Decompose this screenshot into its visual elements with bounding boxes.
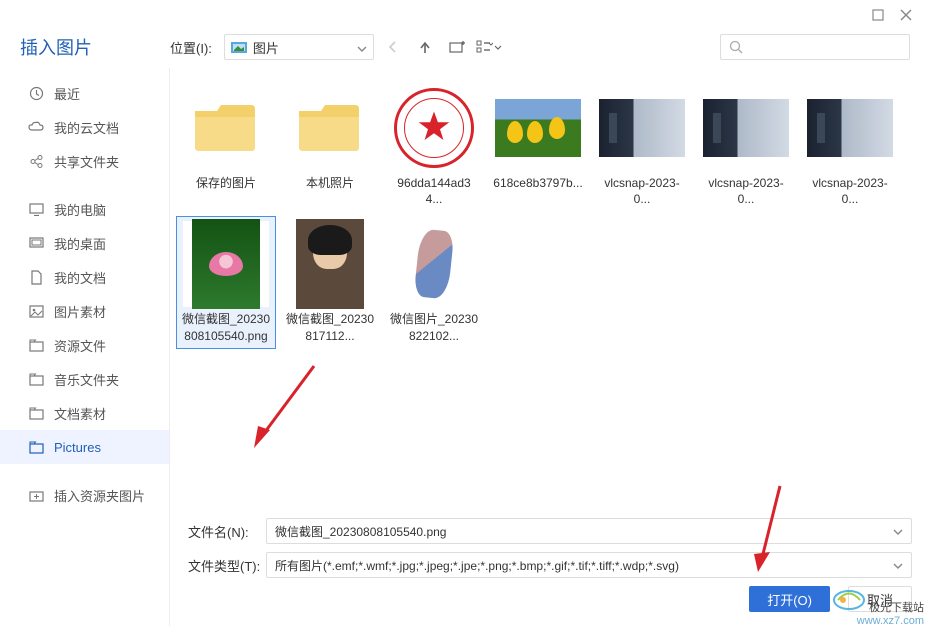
insert-resource-icon bbox=[28, 487, 44, 503]
file-item-image[interactable]: 96dda144ad34... bbox=[384, 80, 484, 212]
sidebar-item-insert-resource[interactable]: 插入资源夹图片 bbox=[0, 478, 169, 512]
image-thumbnail bbox=[703, 85, 789, 171]
dialog-header: 插入图片 位置(I): 图片 bbox=[0, 30, 930, 68]
file-item-folder[interactable]: 本机照片 bbox=[280, 80, 380, 212]
view-mode-button[interactable] bbox=[476, 34, 502, 60]
sidebar-item-music[interactable]: 音乐文件夹 bbox=[0, 362, 169, 396]
sidebar-item-label: 我的电脑 bbox=[54, 200, 106, 219]
sidebar-item-desktop[interactable]: 我的桌面 bbox=[0, 226, 169, 260]
file-label: 微信截图_2023081711​2... bbox=[285, 311, 375, 343]
sidebar-item-image-material[interactable]: 图片素材 bbox=[0, 294, 169, 328]
file-label: 本机照片 bbox=[306, 175, 354, 191]
picture-folder-icon bbox=[231, 40, 247, 54]
filename-label: 文件名(N): bbox=[188, 522, 266, 541]
file-item-image[interactable]: 微信图片_2023082210​2... bbox=[384, 216, 484, 348]
filetype-combo[interactable]: 所有图片(*.emf;*.wmf;*.jpg;*.jpeg;*.jpe;*.pn… bbox=[266, 552, 912, 578]
back-button[interactable] bbox=[380, 34, 406, 60]
file-item-folder[interactable]: 保存的图片 bbox=[176, 80, 276, 212]
location-label: 位置(I): bbox=[170, 38, 212, 57]
dialog-title: 插入图片 bbox=[20, 34, 170, 60]
sidebar-item-label: 我的文档 bbox=[54, 268, 106, 287]
clock-icon bbox=[28, 85, 44, 101]
chevron-down-icon bbox=[893, 558, 903, 572]
main-area: 最近 我的云文档 共享文件夹 我的电脑 我的桌面 我的文档 bbox=[0, 68, 930, 626]
sidebar-item-label: 音乐文件夹 bbox=[54, 370, 119, 389]
sidebar-item-computer[interactable]: 我的电脑 bbox=[0, 192, 169, 226]
sidebar-item-label: 最近 bbox=[54, 84, 80, 103]
dialog-footer: 文件名(N): 微信截图_20230808105540.png 文件类型(T):… bbox=[170, 510, 930, 626]
filetype-value: 所有图片(*.emf;*.wmf;*.jpg;*.jpeg;*.jpe;*.pn… bbox=[275, 557, 679, 574]
file-item-image[interactable]: vlcsnap-2023-0... bbox=[696, 80, 796, 212]
filename-value: 微信截图_20230808105540.png bbox=[275, 523, 446, 540]
sidebar-item-label: Pictures bbox=[54, 440, 101, 455]
image-thumbnail bbox=[807, 85, 893, 171]
file-label: 保存的图片 bbox=[196, 175, 256, 191]
cloud-icon bbox=[28, 119, 44, 135]
sidebar-item-share[interactable]: 共享文件夹 bbox=[0, 144, 169, 178]
file-label: vlcsnap-2023-0... bbox=[701, 175, 791, 207]
monitor-icon bbox=[28, 201, 44, 217]
desktop-icon bbox=[28, 235, 44, 251]
chevron-down-icon bbox=[893, 524, 903, 538]
file-label: 96dda144ad34... bbox=[389, 175, 479, 207]
sidebar-item-recent[interactable]: 最近 bbox=[0, 76, 169, 110]
file-label: 微信截图_20230808105540.png bbox=[181, 311, 271, 343]
resource-icon bbox=[28, 337, 44, 353]
sidebar-item-resource[interactable]: 资源文件 bbox=[0, 328, 169, 362]
maximize-button[interactable] bbox=[864, 4, 892, 26]
sidebar-item-label: 我的桌面 bbox=[54, 234, 106, 253]
sidebar-item-documents[interactable]: 我的文档 bbox=[0, 260, 169, 294]
toolbar: 位置(I): 图片 bbox=[170, 34, 910, 60]
new-folder-button[interactable] bbox=[444, 34, 470, 60]
location-combo[interactable]: 图片 bbox=[224, 34, 374, 60]
file-item-image[interactable]: 618ce8b3797b... bbox=[488, 80, 588, 212]
file-label: 微信图片_2023082210​2... bbox=[389, 311, 479, 343]
file-label: vlcsnap-2023-0... bbox=[597, 175, 687, 207]
window-controls bbox=[0, 0, 930, 30]
sidebar: 最近 我的云文档 共享文件夹 我的电脑 我的桌面 我的文档 bbox=[0, 68, 170, 626]
file-item-image[interactable]: vlcsnap-2023-0... bbox=[592, 80, 692, 212]
chevron-down-icon bbox=[357, 40, 367, 55]
folder-icon bbox=[28, 371, 44, 387]
image-thumbnail bbox=[391, 221, 477, 307]
sidebar-item-label: 图片素材 bbox=[54, 302, 106, 321]
search-input[interactable] bbox=[720, 34, 910, 60]
sidebar-item-label: 插入资源夹图片 bbox=[54, 486, 145, 505]
file-list[interactable]: 保存的图片 本机照片 96dda144ad34... 618ce8b3797b.… bbox=[170, 68, 930, 510]
folder-icon bbox=[183, 85, 269, 171]
sidebar-item-label: 共享文件夹 bbox=[54, 152, 119, 171]
sidebar-item-label: 资源文件 bbox=[54, 336, 106, 355]
search-icon bbox=[729, 40, 743, 54]
doc-material-icon bbox=[28, 405, 44, 421]
file-item-image[interactable]: vlcsnap-2023-0... bbox=[800, 80, 900, 212]
image-icon bbox=[28, 303, 44, 319]
filetype-label: 文件类型(T): bbox=[188, 556, 266, 575]
image-thumbnail bbox=[287, 221, 373, 307]
sidebar-item-cloud[interactable]: 我的云文档 bbox=[0, 110, 169, 144]
sidebar-item-label: 文档素材 bbox=[54, 404, 106, 423]
file-label: vlcsnap-2023-0... bbox=[805, 175, 895, 207]
sidebar-item-label: 我的云文档 bbox=[54, 118, 119, 137]
location-value: 图片 bbox=[253, 38, 357, 57]
pictures-icon bbox=[28, 439, 44, 455]
folder-icon bbox=[287, 85, 373, 171]
up-button[interactable] bbox=[412, 34, 438, 60]
sidebar-item-doc-material[interactable]: 文档素材 bbox=[0, 396, 169, 430]
stamp-icon bbox=[391, 85, 477, 171]
share-icon bbox=[28, 153, 44, 169]
image-thumbnail bbox=[495, 85, 581, 171]
filename-input[interactable]: 微信截图_20230808105540.png bbox=[266, 518, 912, 544]
image-thumbnail bbox=[183, 221, 269, 307]
sidebar-item-pictures[interactable]: Pictures bbox=[0, 430, 169, 464]
document-icon bbox=[28, 269, 44, 285]
open-button[interactable]: 打开(O) bbox=[749, 586, 830, 612]
file-item-image[interactable]: 微信截图_2023081711​2... bbox=[280, 216, 380, 348]
image-thumbnail bbox=[599, 85, 685, 171]
file-label: 618ce8b3797b... bbox=[493, 175, 582, 191]
content-area: 保存的图片 本机照片 96dda144ad34... 618ce8b3797b.… bbox=[170, 68, 930, 626]
close-button[interactable] bbox=[892, 4, 920, 26]
file-item-image-selected[interactable]: 微信截图_20230808105540.png bbox=[176, 216, 276, 348]
cancel-button[interactable]: 取消 bbox=[848, 586, 912, 612]
